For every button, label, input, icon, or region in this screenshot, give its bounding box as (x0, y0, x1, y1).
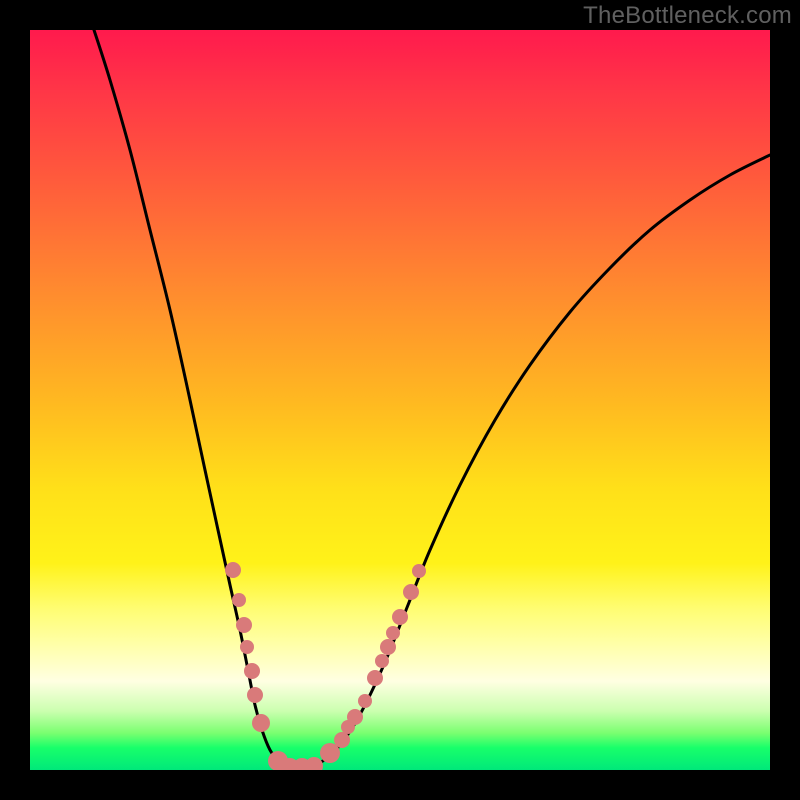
data-marker (358, 694, 372, 708)
data-marker (375, 654, 389, 668)
watermark-text: TheBottleneck.com (583, 2, 792, 30)
data-markers (225, 562, 426, 770)
data-marker (252, 714, 270, 732)
data-marker (244, 663, 260, 679)
data-marker (236, 617, 252, 633)
data-marker (247, 687, 263, 703)
data-marker (386, 626, 400, 640)
bottleneck-chart (30, 30, 770, 770)
data-marker (240, 640, 254, 654)
chart-frame (30, 30, 770, 770)
data-marker (367, 670, 383, 686)
data-marker (232, 593, 246, 607)
data-marker (380, 639, 396, 655)
data-marker (403, 584, 419, 600)
data-marker (412, 564, 426, 578)
data-marker (347, 709, 363, 725)
data-marker (225, 562, 241, 578)
data-marker (392, 609, 408, 625)
bottleneck-curve (94, 30, 770, 767)
data-marker (305, 757, 323, 770)
data-marker (334, 732, 350, 748)
